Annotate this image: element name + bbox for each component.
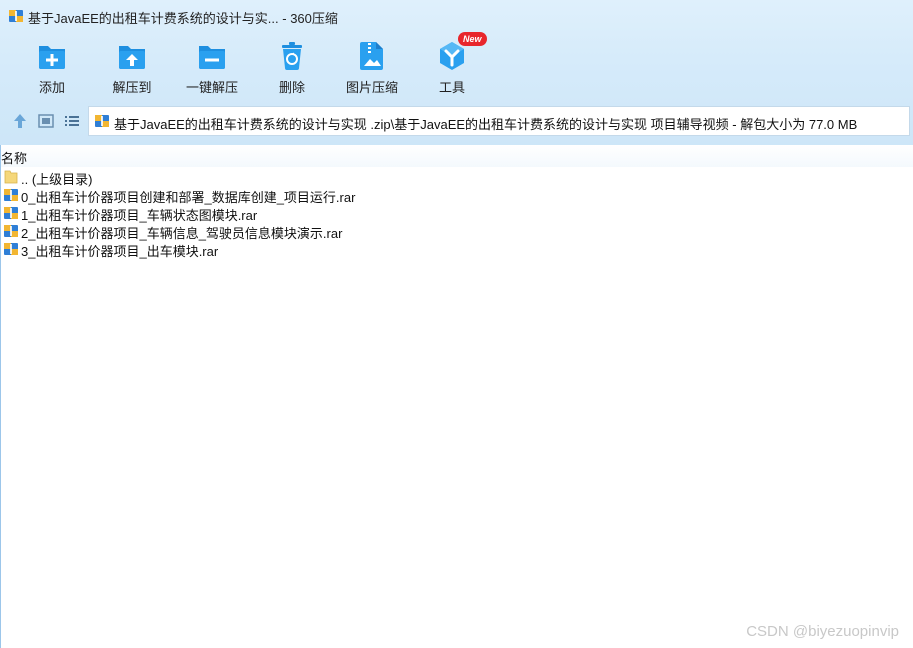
list-view-icon[interactable] (62, 111, 82, 131)
one-click-extract-icon (199, 46, 225, 69)
image-compress-icon (360, 42, 383, 70)
image-compress-label: 图片压缩 (345, 80, 398, 95)
delete-icon (282, 42, 302, 70)
up-arrow-icon[interactable] (10, 111, 30, 131)
tools-label: 工具 (438, 80, 465, 95)
rar-file-icon (4, 243, 18, 255)
rar-file-icon (4, 225, 18, 237)
extract-to-label: 解压到 (112, 80, 152, 95)
list-item[interactable]: 3_出租车计价器项目_出车模块.rar (0, 240, 913, 259)
extract-to-icon (119, 46, 145, 69)
folder-icon (4, 170, 18, 184)
extract-to-button[interactable]: 解压到 (94, 36, 170, 100)
delete-label: 删除 (278, 80, 305, 95)
add-label: 添加 (38, 80, 65, 95)
path-field[interactable]: 基于JavaEE的出租车计费系统的设计与实现 .zip\基于JavaEE的出租车… (88, 106, 910, 136)
tools-button[interactable]: New 工具 (414, 32, 490, 100)
column-header: 名称 (0, 145, 913, 167)
archive-icon (95, 115, 109, 127)
list-item[interactable]: 1_出租车计价器项目_车辆状态图模块.rar (0, 204, 913, 223)
path-text: 基于JavaEE的出租车计费系统的设计与实现 .zip\基于JavaEE的出租车… (114, 117, 858, 132)
window-title: 基于JavaEE的出租车计费系统的设计与实... - 360压缩 (28, 11, 338, 26)
thumbnail-view-icon[interactable] (36, 111, 56, 131)
list-item[interactable]: 2_出租车计价器项目_车辆信息_驾驶员信息模块演示.rar (0, 222, 913, 241)
one-click-extract-label: 一键解压 (185, 80, 238, 95)
add-button[interactable]: 添加 (14, 36, 90, 100)
app-window: 基于JavaEE的出租车计费系统的设计与实... - 360压缩 添加 解压到 … (0, 0, 913, 648)
list-item[interactable]: 0_出租车计价器项目创建和部署_数据库创建_项目运行.rar (0, 186, 913, 205)
window-chrome: 基于JavaEE的出租车计费系统的设计与实... - 360压缩 添加 解压到 … (0, 0, 913, 145)
column-name-header[interactable]: 名称 (1, 148, 27, 167)
title-bar[interactable]: 基于JavaEE的出租车计费系统的设计与实... - 360压缩 (0, 0, 913, 32)
rar-file-icon (4, 189, 18, 201)
one-click-extract-button[interactable]: 一键解压 (174, 36, 250, 100)
file-name: 3_出租车计价器项目_出车模块.rar (21, 244, 219, 259)
toolbar: 添加 解压到 一键解压 删除 图片压缩 New 工具 (0, 32, 913, 100)
image-compress-button[interactable]: 图片压缩 (334, 36, 410, 100)
rar-file-icon (4, 207, 18, 219)
watermark: CSDN @biyezuopinvip (746, 623, 899, 640)
add-icon (39, 46, 65, 69)
delete-button[interactable]: 删除 (254, 36, 330, 100)
archive-app-icon (9, 10, 23, 22)
list-item-parent-folder[interactable]: .. (上级目录) (0, 168, 913, 187)
navigation-bar: 基于JavaEE的出租车计费系统的设计与实现 .zip\基于JavaEE的出租车… (0, 106, 913, 136)
new-badge: New (458, 32, 487, 46)
